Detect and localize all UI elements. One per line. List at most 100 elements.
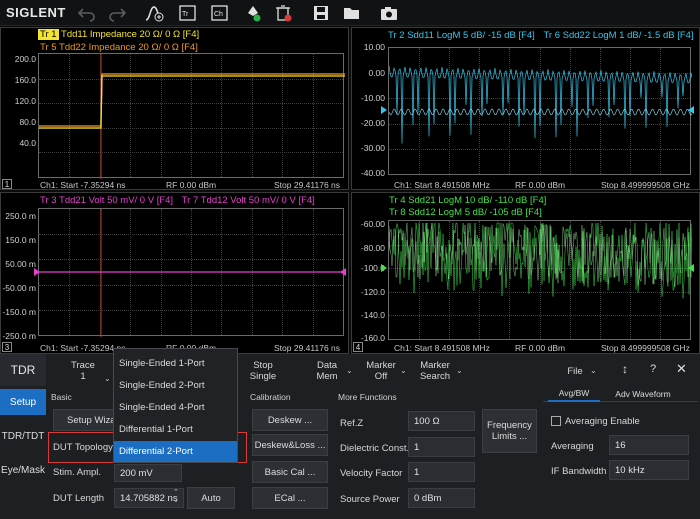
reference-marker-icon <box>381 264 387 272</box>
if-bandwidth-field[interactable]: 10 kHz <box>609 460 689 480</box>
trace-menu-label: Trace <box>71 360 95 371</box>
stepper-icon[interactable]: ⌃ ⌄ <box>173 489 179 505</box>
trace-tag[interactable]: Tr 8 <box>389 207 406 218</box>
chevron-down-icon[interactable]: ⌄ <box>346 366 353 375</box>
camera-icon[interactable] <box>378 3 400 23</box>
marker-search-icon[interactable] <box>242 3 264 23</box>
dropdown-option[interactable]: Differential 1-Port <box>114 419 237 440</box>
dut-topology-dropdown[interactable]: Single-Ended 1-Port Single-Ended 2-Port … <box>113 348 238 463</box>
stop-single-button[interactable]: Stop Single <box>243 356 283 386</box>
trace-panel-4[interactable]: Tr 4 Sdd21 LogM 10 dB/ -110 dB [F4] Tr 8… <box>351 192 700 354</box>
sidetab-eye-mask[interactable]: Eye/Mask <box>0 457 46 483</box>
chevron-down-icon[interactable]: ⌄ <box>456 366 463 375</box>
marker-off-button[interactable]: Marker Off <box>360 356 402 386</box>
averaging-enable-checkbox[interactable] <box>551 416 561 426</box>
dropdown-option[interactable]: Single-Ended 1-Port <box>114 353 237 374</box>
plot-area[interactable] <box>388 220 692 340</box>
trace-panel-2[interactable]: Tr 2 Sdd11 LogM 5 dB/ -15 dB [F4] Tr 6 S… <box>351 27 700 190</box>
trace-menu[interactable]: Trace 1 <box>62 356 104 386</box>
dielectric-field[interactable]: 1 <box>408 437 475 457</box>
trace-label-tr5[interactable]: Tr 5 Tdd22 Impedance 20 Ω/ 0 Ω [F4] <box>40 42 198 53</box>
file-menu[interactable]: File <box>563 356 587 386</box>
tab-adv-waveform[interactable]: Adv Waveform <box>608 386 678 402</box>
resize-panel-icon[interactable]: ↕ <box>622 362 628 376</box>
delete-icon[interactable] <box>273 3 295 23</box>
plot-area[interactable] <box>38 53 345 179</box>
channel-add-icon[interactable]: Ch <box>209 3 231 23</box>
toolbar: SIGLENT Tr Ch <box>0 0 700 26</box>
setup-wizard-button[interactable]: Setup Wiza <box>53 409 115 431</box>
averaging-field[interactable]: 16 <box>609 435 689 455</box>
insertion-loss-traces <box>389 222 692 299</box>
save-icon[interactable] <box>310 3 332 23</box>
trace-tag[interactable]: Tr 6 <box>543 30 560 41</box>
velocity-field[interactable]: 1 <box>408 462 475 482</box>
close-icon[interactable]: ✕ <box>676 361 687 377</box>
sidetab-tdr-tdt[interactable]: TDR/TDT <box>0 423 46 449</box>
trace-label-tr1[interactable]: Tr 1 Tdd11 Impedance 20 Ω/ 0 Ω [F4] <box>38 29 199 40</box>
marker-off-line2: Off <box>374 371 388 382</box>
tab-avg-bw[interactable]: Avg/BW <box>548 386 600 402</box>
section-basic-title: Basic <box>51 392 72 402</box>
stop-single-line1: Stop <box>253 360 273 371</box>
y-tick: -150.0 m <box>2 307 36 317</box>
deskew-loss-button[interactable]: Deskew&Loss ... <box>252 434 328 456</box>
sidetab-setup[interactable]: Setup <box>0 389 46 415</box>
trace-tag[interactable]: Tr 3 <box>40 195 57 206</box>
trace-desc: Tdd11 Impedance 20 Ω/ 0 Ω [F4] <box>61 29 200 40</box>
trace-tag[interactable]: Tr 7 <box>182 195 199 206</box>
trace-tag[interactable]: Tr 1 <box>38 29 59 40</box>
svg-text:Ch: Ch <box>214 11 223 18</box>
trace-label-tr3[interactable]: Tr 3 Tdd21 Volt 50 mV/ 0 V [F4] Tr 7 Tdd… <box>40 195 315 206</box>
marker-search-button[interactable]: Marker Search <box>414 356 456 386</box>
dut-topology-label: DUT Topology <box>53 442 113 453</box>
trace-desc: Sdd11 LogM 5 dB/ -15 dB [F4] <box>407 30 535 41</box>
auto-button[interactable]: Auto <box>187 487 235 509</box>
trace-tag[interactable]: Tr 2 <box>388 30 405 41</box>
chevron-down-icon[interactable]: ⌄ <box>590 366 597 375</box>
trace-label-tr4[interactable]: Tr 4 Sdd21 LogM 10 dB/ -110 dB [F4] <box>389 195 546 206</box>
velocity-label: Velocity Factor <box>340 468 403 479</box>
y-tick: 160.0 <box>14 75 36 85</box>
stim-ampl-field[interactable]: 200 mV <box>114 464 182 482</box>
basic-cal-button[interactable]: Basic Cal ... <box>252 461 328 483</box>
dropdown-option-selected[interactable]: Differential 2-Port <box>114 441 237 462</box>
undo-icon[interactable] <box>76 3 98 23</box>
y-tick: 200.0 <box>14 54 36 64</box>
marker-search-line1: Marker <box>420 360 450 371</box>
refz-label: Ref.Z <box>340 418 364 429</box>
trace-tag[interactable]: Tr 4 <box>389 195 406 206</box>
deskew-button[interactable]: Deskew ... <box>252 409 328 431</box>
footer-power: RF 0.00 dBm <box>515 343 566 353</box>
redo-icon[interactable] <box>106 3 128 23</box>
data-mem-button[interactable]: Data Mem <box>307 356 347 386</box>
autoscale-icon[interactable] <box>143 3 165 23</box>
trace-label-tr8[interactable]: Tr 8 Sdd12 LogM 5 dB/ -105 dB [F4] <box>389 207 542 218</box>
open-folder-icon[interactable] <box>341 3 363 23</box>
impedance-traces <box>39 54 345 179</box>
chevron-down-icon[interactable]: ⌄ <box>104 374 111 383</box>
trace-label-tr2[interactable]: Tr 2 Sdd11 LogM 5 dB/ -15 dB [F4] Tr 6 S… <box>388 30 694 41</box>
averaging-label: Averaging <box>551 441 594 452</box>
reference-marker-icon <box>381 106 387 114</box>
stim-ampl-label: Stim. Ampl. <box>53 467 102 478</box>
trace-tag[interactable]: Tr 5 <box>40 42 57 53</box>
if-bandwidth-label: IF Bandwidth <box>551 466 607 477</box>
source-power-label: Source Power <box>340 494 400 505</box>
plot-area[interactable] <box>38 208 345 337</box>
y-tick: -60.00 <box>360 219 385 229</box>
trace-add-icon[interactable]: Tr <box>177 3 199 23</box>
source-power-field[interactable]: 0 dBm <box>408 488 475 508</box>
help-icon[interactable]: ? <box>650 363 656 375</box>
refz-field[interactable]: 100 Ω <box>408 411 475 431</box>
ecal-button[interactable]: ECal ... <box>252 487 328 509</box>
trace-panel-1[interactable]: Tr 1 Tdd11 Impedance 20 Ω/ 0 Ω [F4] Tr 5… <box>0 27 349 190</box>
dropdown-option[interactable]: Single-Ended 2-Port <box>114 375 237 396</box>
trace-desc: Tdd21 Volt 50 mV/ 0 V [F4] <box>59 195 174 206</box>
trace-panel-3[interactable]: Tr 3 Tdd21 Volt 50 mV/ 0 V [F4] Tr 7 Tdd… <box>0 192 349 354</box>
chevron-down-icon[interactable]: ⌄ <box>400 366 407 375</box>
plot-area[interactable] <box>388 47 692 175</box>
dropdown-option[interactable]: Single-Ended 4-Port <box>114 397 237 418</box>
y-tick: 150.0 m <box>5 235 36 245</box>
frequency-limits-button[interactable]: Frequency Limits ... <box>482 409 537 453</box>
